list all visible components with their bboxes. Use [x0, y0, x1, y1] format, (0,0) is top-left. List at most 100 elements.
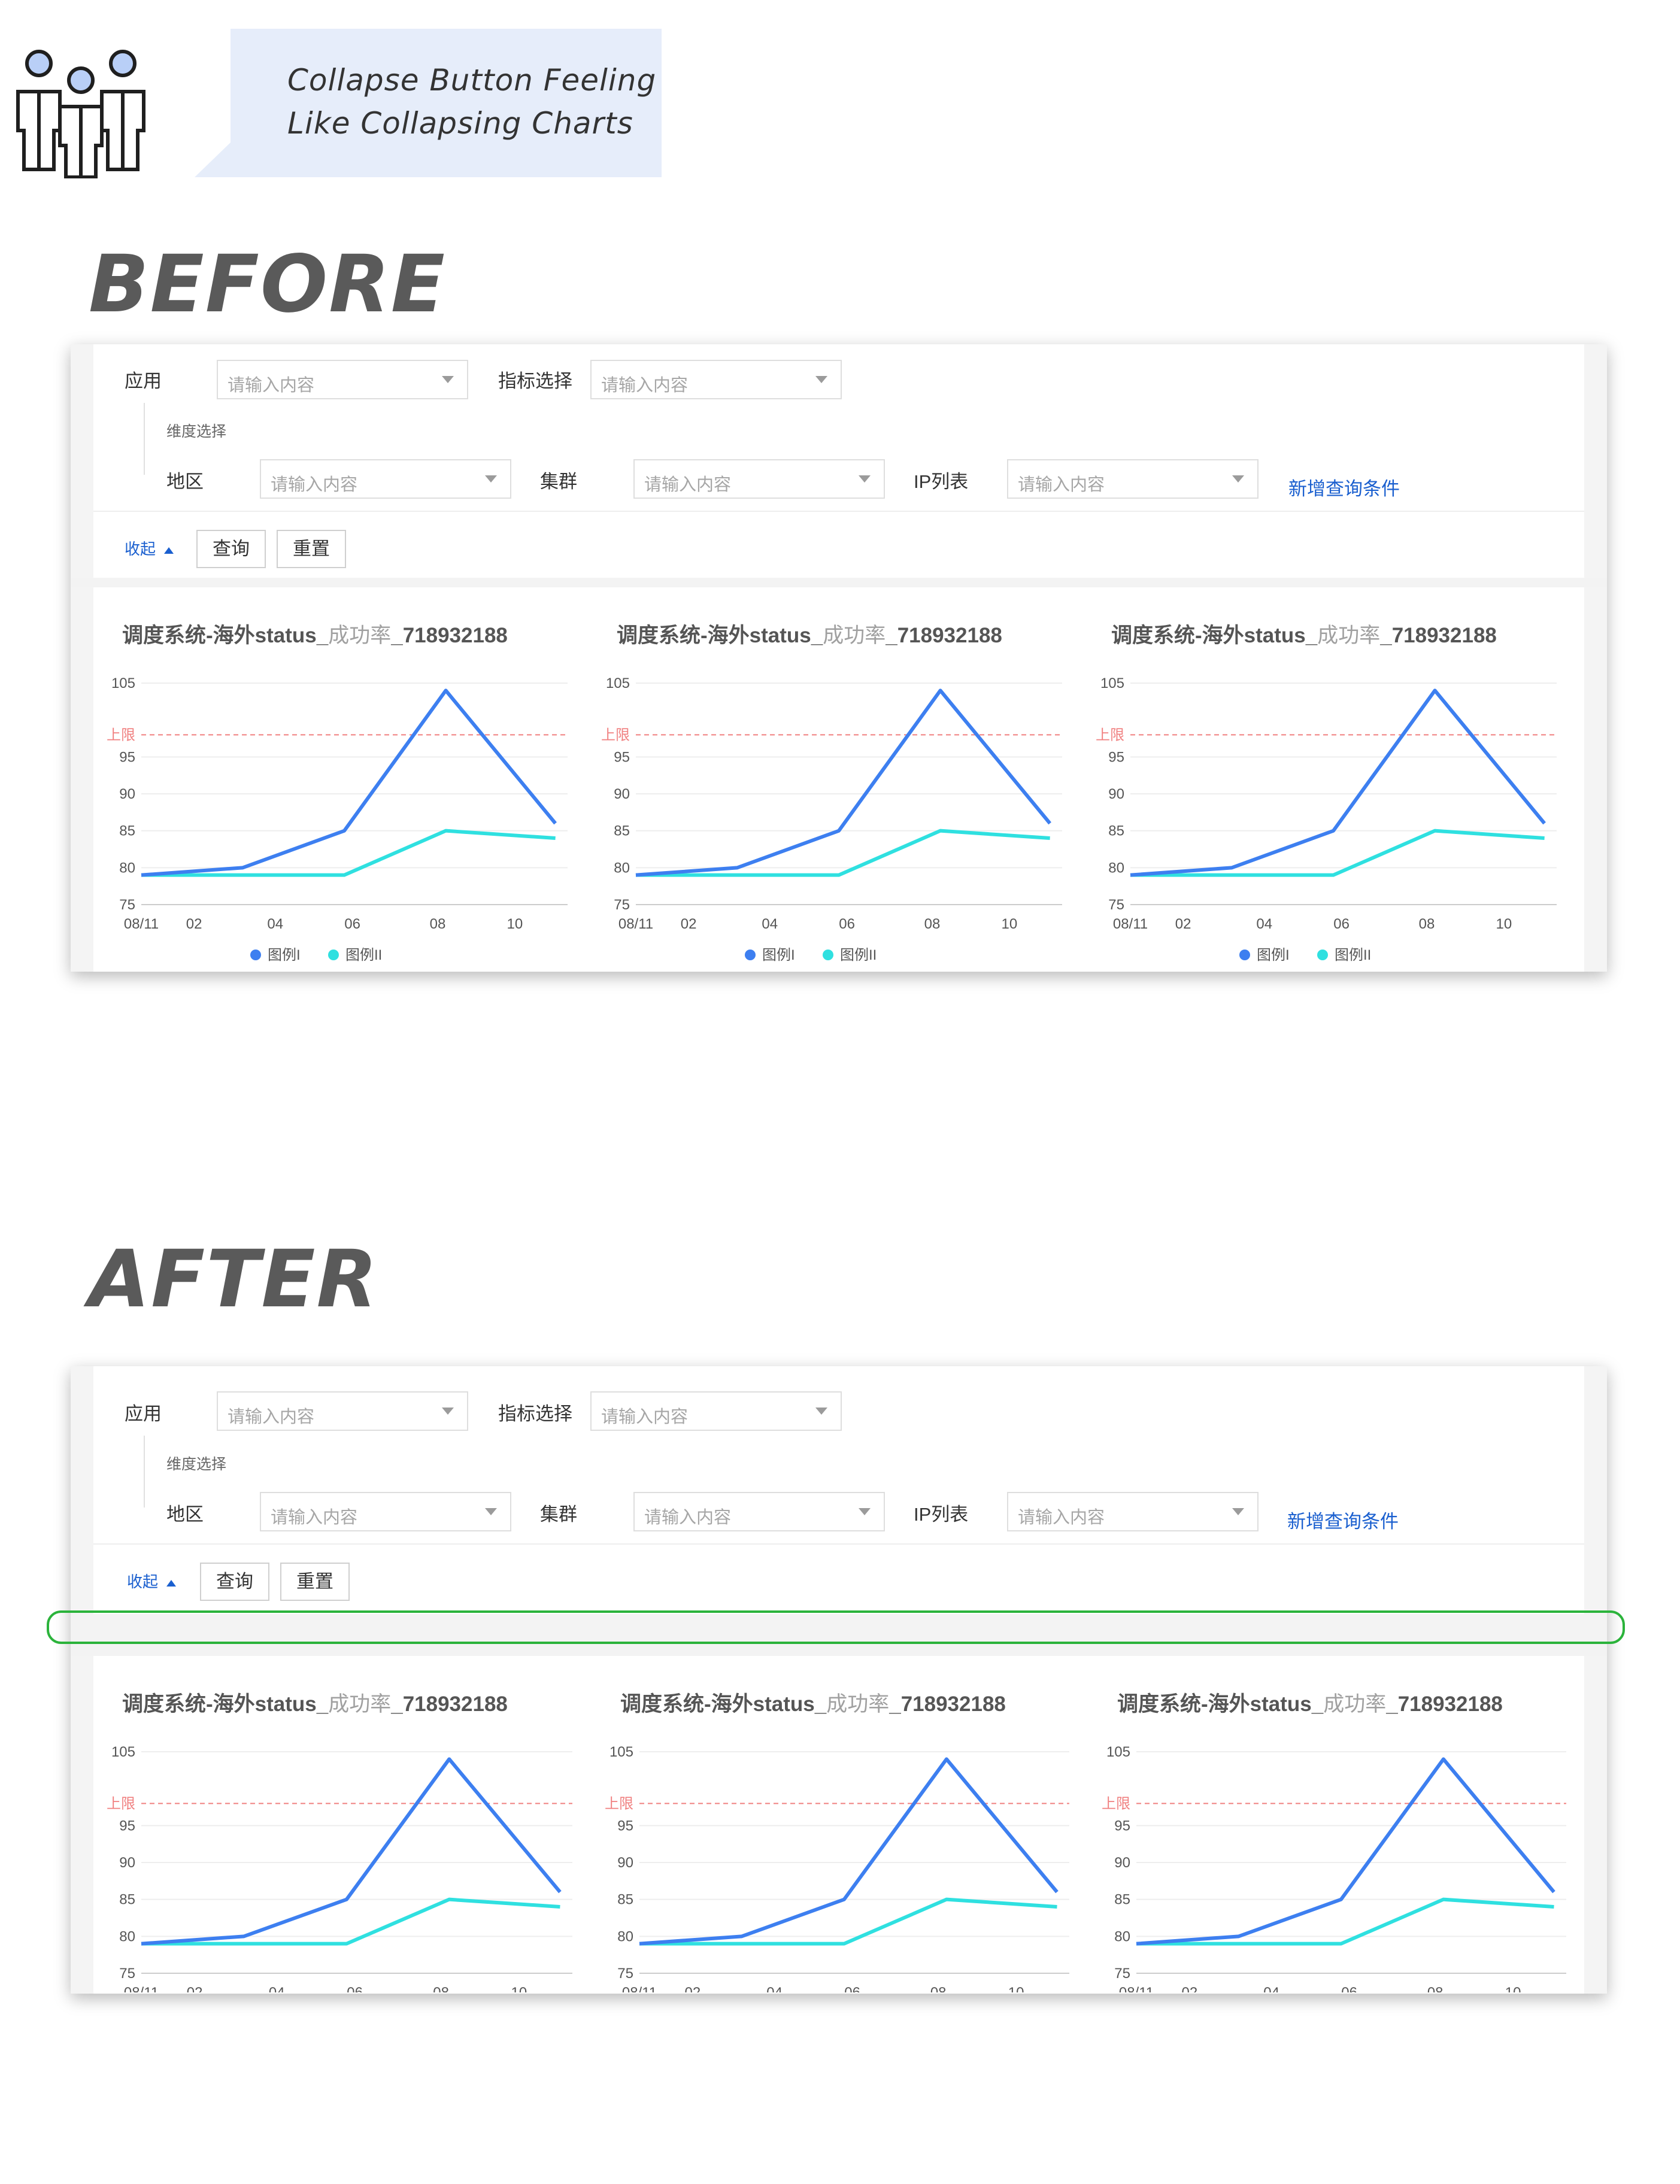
add-condition-link[interactable]: 新增查询条件 — [1288, 474, 1400, 500]
region-select[interactable]: 请输入内容 — [260, 459, 511, 499]
region-select-placeholder: 请输入内容 — [271, 1508, 358, 1527]
cluster-label: 集群 — [540, 471, 577, 492]
legend-label: 图例I — [762, 947, 795, 963]
y-tick-label: 80 — [1114, 1928, 1130, 1945]
x-tick-label: 08/11 — [622, 1985, 657, 1992]
series-line-1 — [141, 688, 557, 877]
y-tick-label: 95 — [1108, 749, 1124, 765]
x-tick-label: 04 — [269, 1985, 285, 1992]
app-select[interactable]: 请输入内容 — [217, 1391, 468, 1431]
reset-button[interactable]: 重置 — [280, 1563, 350, 1601]
dimension-bracket — [144, 1436, 145, 1507]
series-line-2 — [1130, 829, 1545, 877]
ip-label: IP列表 — [914, 471, 969, 492]
query-button[interactable]: 查询 — [200, 1563, 269, 1601]
ip-select[interactable]: 请输入内容 — [1007, 1492, 1259, 1531]
region-label: 地区 — [166, 1504, 204, 1525]
y-tick-label: 105 — [1100, 675, 1124, 691]
x-tick-label: 08/11 — [1119, 1985, 1154, 1992]
x-tick-label: 02 — [186, 916, 202, 932]
legend-label: 图例II — [345, 947, 382, 963]
ip-select-placeholder: 请输入内容 — [1018, 1508, 1105, 1527]
legend-marker — [823, 950, 833, 960]
chart-card: 调度系统-海外status_成功率_718932188 75 80 85 90 95 105… — [93, 1656, 590, 1992]
y-tick-label: 85 — [1108, 823, 1124, 839]
title-callout: Collapse Button Feeling Like Collapsing … — [195, 29, 662, 177]
limit-label: 上限 — [107, 1795, 135, 1812]
y-tick-label: 95 — [119, 749, 135, 765]
metric-label: 指标选择 — [498, 1403, 572, 1424]
x-tick-label: 08 — [430, 916, 446, 932]
limit-label: 上限 — [605, 1795, 633, 1812]
y-tick-label: 105 — [111, 1744, 135, 1760]
reset-button[interactable]: 重置 — [277, 530, 346, 568]
chart-card: 调度系统-海外status_成功率_718932188 75 80 85 90 95 105… — [588, 587, 1080, 972]
line-chart: 7580859095105上限08/110204060810图例I图例II — [605, 1744, 1069, 1992]
x-tick-label: 02 — [1175, 916, 1191, 932]
region-label: 地区 — [166, 471, 204, 492]
chart-card: 调度系统-海外status_成功率_718932188 75 80 85 90 95 105… — [592, 1656, 1087, 1992]
ip-label: IP列表 — [914, 1504, 969, 1525]
callout-text: Collapse Button Feeling Like Collapsing … — [287, 59, 656, 145]
ip-select-placeholder: 请输入内容 — [1018, 475, 1105, 495]
y-tick-label: 85 — [1114, 1892, 1130, 1908]
ip-select[interactable]: 请输入内容 — [1007, 459, 1259, 499]
dropdown-caret-icon — [1232, 475, 1244, 483]
cluster-select[interactable]: 请输入内容 — [633, 459, 885, 499]
dropdown-caret-icon — [815, 376, 827, 383]
x-tick-label: 04 — [1263, 1985, 1279, 1992]
metric-select[interactable]: 请输入内容 — [590, 1391, 842, 1431]
y-tick-label: 75 — [1114, 1965, 1130, 1982]
legend-label: 图例II — [840, 947, 877, 963]
limit-label: 上限 — [1102, 1795, 1130, 1812]
legend-marker — [328, 950, 339, 960]
add-condition-link[interactable]: 新增查询条件 — [1287, 1506, 1399, 1533]
dropdown-caret-icon — [815, 1408, 827, 1415]
x-tick-label: 08 — [930, 1985, 947, 1992]
y-tick-label: 90 — [1114, 1855, 1130, 1871]
legend-marker — [250, 950, 261, 960]
series-line-1 — [1130, 688, 1546, 877]
y-tick-label: 80 — [119, 1928, 135, 1945]
cluster-select-placeholder: 请输入内容 — [644, 475, 732, 495]
x-tick-label: 06 — [839, 916, 855, 932]
collapse-toggle[interactable]: 收起 — [127, 1570, 177, 1592]
y-tick-label: 90 — [119, 786, 135, 802]
x-tick-label: 04 — [766, 1985, 783, 1992]
y-tick-label: 85 — [119, 1892, 135, 1908]
line-chart: 7580859095105上限08/110204060810图例I图例II — [107, 1744, 572, 1992]
x-tick-label: 04 — [762, 916, 778, 932]
query-button[interactable]: 查询 — [196, 530, 266, 568]
y-tick-label: 90 — [1108, 786, 1124, 802]
legend-marker — [745, 950, 756, 960]
collapse-label: 收起 — [125, 540, 156, 558]
dimension-label: 维度选择 — [166, 423, 227, 440]
x-tick-label: 08 — [924, 916, 941, 932]
dropdown-caret-icon — [485, 1508, 497, 1515]
chart-card: 调度系统-海外status_成功率_718932188 75 80 85 90 95 105… — [1082, 587, 1575, 972]
cluster-select[interactable]: 请输入内容 — [633, 1492, 885, 1531]
limit-label: 上限 — [107, 727, 135, 743]
dropdown-caret-icon — [859, 1508, 871, 1515]
legend-marker — [1239, 950, 1250, 960]
chart-card: 调度系统-海外status_成功率_718932188 75 80 85 90 95 105… — [93, 587, 586, 972]
y-tick-label: 95 — [1114, 1818, 1130, 1834]
app-select[interactable]: 请输入内容 — [217, 360, 468, 399]
x-tick-label: 08 — [1427, 1985, 1444, 1992]
metric-select[interactable]: 请输入内容 — [590, 360, 842, 399]
series-line-1 — [141, 1757, 562, 1946]
collapse-up-icon — [166, 1579, 177, 1587]
metric-select-placeholder: 请输入内容 — [601, 1408, 689, 1427]
legend-label: 图例II — [1335, 947, 1371, 963]
y-tick-label: 95 — [617, 1818, 633, 1834]
limit-label: 上限 — [1096, 727, 1124, 743]
app-label: 应用 — [125, 1403, 162, 1424]
y-tick-label: 105 — [609, 1744, 633, 1760]
region-select[interactable]: 请输入内容 — [260, 1492, 511, 1531]
line-chart: 7580859095105上限08/110204060810图例I图例II — [1102, 1744, 1566, 1992]
collapse-toggle[interactable]: 收起 — [125, 537, 174, 559]
app-select-placeholder: 请输入内容 — [228, 376, 315, 395]
x-tick-label: 10 — [511, 1985, 527, 1992]
x-tick-label: 08 — [1419, 916, 1435, 932]
dropdown-caret-icon — [859, 475, 871, 483]
